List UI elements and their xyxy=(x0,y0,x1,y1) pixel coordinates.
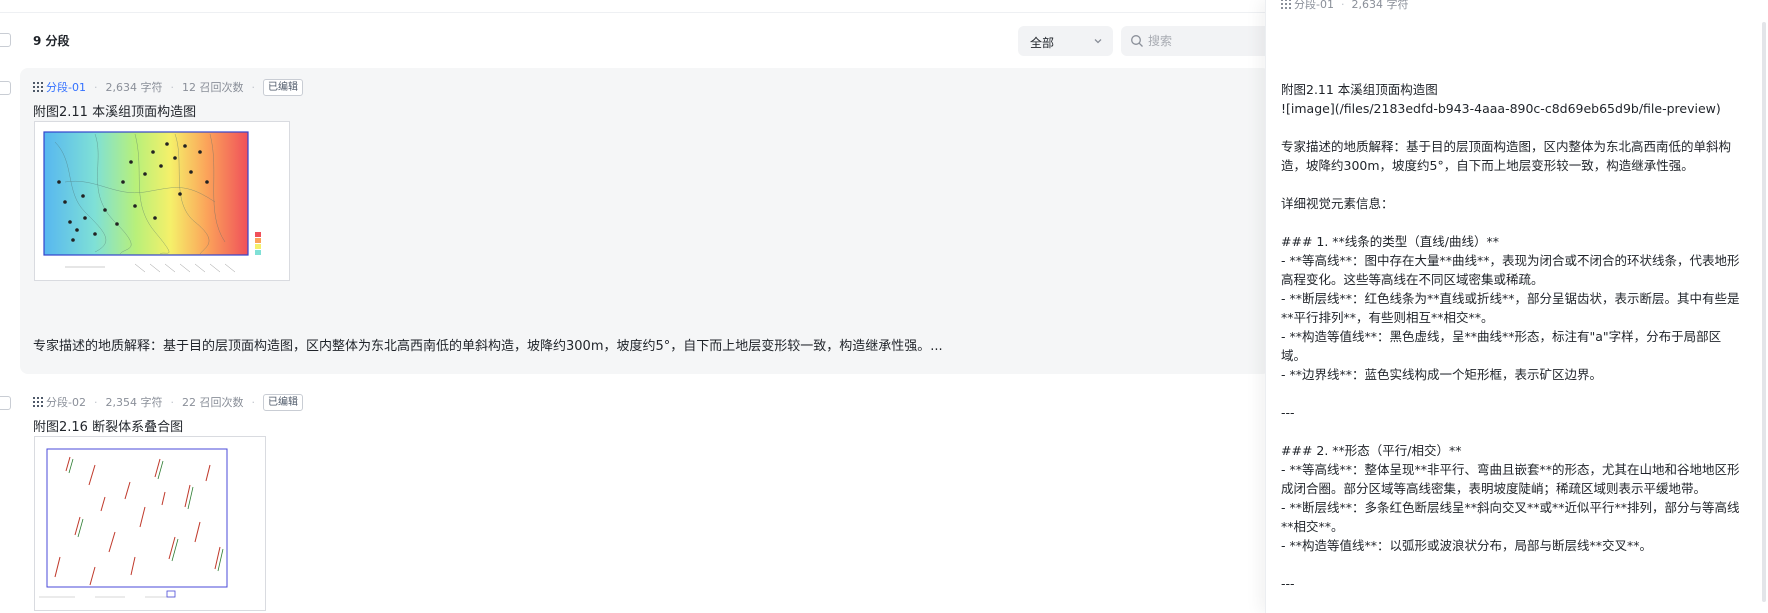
char-count: 2,634 字符 xyxy=(105,81,163,94)
separator-dot: · xyxy=(1340,0,1345,11)
list-toolbar: 9 分段 全部 xyxy=(0,26,1265,56)
segment-id: 分段-01 xyxy=(46,81,86,94)
char-count: 2,354 字符 xyxy=(105,396,163,409)
recall-count: 22 召回次数 xyxy=(181,396,244,409)
fault-system-image xyxy=(39,448,228,598)
segment-content[interactable]: 附图2.11 本溪组顶面构造图 ![image](/files/2183edfd-… xyxy=(1281,80,1761,593)
content-line: **平行排列**，有些则相互**相交**。 xyxy=(1281,310,1494,325)
content-line: 附图2.11 本溪组顶面构造图 xyxy=(1281,82,1438,97)
panel-meta: 分段-01 · 2,634 字符 xyxy=(1281,0,1408,12)
segment-id: 分段-02 xyxy=(46,396,86,409)
separator-dot: · xyxy=(93,395,98,409)
segment-card[interactable]: 分段-01 · 2,634 字符 · 12 召回次数 · 已编辑 附图2.11 … xyxy=(20,68,1265,374)
content-line: **相交**。 xyxy=(1281,519,1344,534)
segment-description: 专家描述的地质解释：基于目的层顶面构造图，区内整体为东北高西南低的单斜构造，坡降… xyxy=(33,339,943,354)
recall-count: 12 召回次数 xyxy=(181,81,244,94)
separator-dot: · xyxy=(170,80,174,94)
content-line: ### 1. **线条的类型（直线/曲线）** xyxy=(1281,234,1500,249)
chevron-down-icon xyxy=(1094,39,1102,44)
panel-scrollbar[interactable] xyxy=(1762,22,1766,602)
content-line: - **等高线**：图中存在大量**曲线**，表现为闭合或不闭合的环状线条，代表… xyxy=(1281,253,1740,268)
select-all-checkbox[interactable] xyxy=(0,33,11,47)
search-icon xyxy=(1131,35,1143,47)
panel-segment-id: 分段-01 xyxy=(1294,0,1334,11)
content-line: 域。 xyxy=(1281,348,1307,363)
content-line: --- xyxy=(1281,405,1295,420)
content-line: - **断层线**：红色线条为**直线或折线**，部分呈锯齿状，表示断层。其中有… xyxy=(1281,291,1740,306)
content-line: 高程变化。这些等高线在不同区域密集或稀疏。 xyxy=(1281,272,1544,287)
segment-list-area: 9 分段 全部 分段-01 · 2,634 字符 · 12 召回次数 xyxy=(0,0,1265,613)
fault-system-thumbnail[interactable] xyxy=(34,436,266,611)
grid-icon xyxy=(1281,0,1291,9)
edited-badge: 已编辑 xyxy=(262,393,303,411)
content-line: - **边界线**：蓝色实线构成一个矩形框，表示矿区边界。 xyxy=(1281,367,1602,382)
grid-icon xyxy=(33,82,43,92)
separator-dot: · xyxy=(170,395,174,409)
filter-value: 全部 xyxy=(1030,36,1055,50)
segment-count: 9 分段 xyxy=(33,34,70,48)
segment-card[interactable]: 分段-02 · 2,354 字符 · 22 召回次数 · 已编辑 附图2.16 … xyxy=(20,383,1265,613)
content-line: 专家描述的地质解释：基于目的层顶面构造图，区内整体为东北高西南低的单斜构 xyxy=(1281,139,1732,154)
structure-map-image xyxy=(43,131,261,273)
segment-detail-panel: 分段-01 · 2,634 字符 附图2.11 本溪组顶面构造图 ![image]… xyxy=(1265,0,1768,613)
search-box[interactable] xyxy=(1121,26,1265,56)
grid-icon xyxy=(33,397,43,407)
segment-checkbox[interactable] xyxy=(0,81,11,95)
content-line: ![image](/files/2183edfd-b943-4aaa-890c-… xyxy=(1281,101,1721,116)
content-line: - **构造等值线**：以弧形或波浪状分布，局部与断层线**交叉**。 xyxy=(1281,538,1652,553)
content-line: - **等高线**：整体呈现**非平行、弯曲且嵌套**的形态，尤其在山地和谷地地… xyxy=(1281,462,1740,477)
content-line: 成闭合圈。部分区域等高线密集，表明坡度陡峭；稀疏区域则表示平缓地带。 xyxy=(1281,481,1707,496)
content-line: - **构造等值线**：黑色虚线，呈**曲线**形态，标注有"a"字样，分布于局… xyxy=(1281,329,1722,344)
separator-dot: · xyxy=(251,395,255,409)
edited-badge: 已编辑 xyxy=(262,78,303,96)
content-line: 详细视觉元素信息： xyxy=(1281,196,1394,211)
panel-char-count: 2,634 字符 xyxy=(1351,0,1409,11)
content-line: --- xyxy=(1281,576,1295,591)
segment-title: 附图2.11 本溪组顶面构造图 xyxy=(33,105,197,120)
separator-dot: · xyxy=(251,80,255,94)
search-input[interactable] xyxy=(1148,31,1258,51)
segment-checkbox[interactable] xyxy=(0,396,11,410)
content-line: 造，坡降约300m，坡度约5°，自下而上地层变形较一致，构造继承性强。 xyxy=(1281,158,1694,173)
content-line: - **断层线**：多条红色断层线呈**斜向交叉**或**近似平行**排列，部分… xyxy=(1281,500,1740,515)
content-line: ### 2. **形态（平行/相交）** xyxy=(1281,443,1462,458)
segment-title: 附图2.16 断裂体系叠合图 xyxy=(33,420,184,435)
separator-dot: · xyxy=(93,80,98,94)
segment-meta: 分段-01 · 2,634 字符 · 12 召回次数 · 已编辑 xyxy=(33,78,303,96)
segment-meta: 分段-02 · 2,354 字符 · 22 召回次数 · 已编辑 xyxy=(33,393,303,411)
top-divider xyxy=(0,12,1265,13)
filter-select[interactable]: 全部 xyxy=(1018,26,1113,56)
structure-map-thumbnail[interactable] xyxy=(34,121,290,281)
